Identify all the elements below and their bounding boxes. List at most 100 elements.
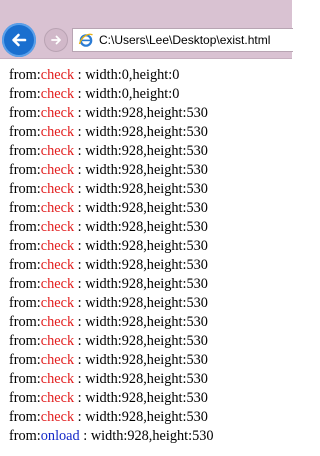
ie-page-icon <box>77 31 95 49</box>
log-prefix: from: <box>9 371 41 387</box>
log-text: width:928,height:530 <box>85 276 208 292</box>
log-separator: : <box>74 257 86 273</box>
log-line: from:check : width:928,height:530 <box>9 142 292 161</box>
log-separator: : <box>74 371 86 387</box>
log-text: width:928,height:530 <box>85 333 208 349</box>
log-source: check <box>40 105 75 121</box>
log-text: width:928,height:530 <box>85 409 208 425</box>
arrow-left-icon <box>12 33 27 47</box>
log-line: from:check : width:928,height:530 <box>9 104 292 123</box>
log-line: from:check : width:928,height:530 <box>9 408 292 427</box>
log-line: from:check : width:928,height:530 <box>9 237 292 256</box>
log-separator: : <box>74 238 86 254</box>
log-line: from:check : width:928,height:530 <box>9 275 292 294</box>
log-text: width:928,height:530 <box>85 390 208 406</box>
log-line: from:check : width:928,height:530 <box>9 161 292 180</box>
log-text: width:928,height:530 <box>85 257 208 273</box>
log-separator: : <box>79 428 91 444</box>
log-prefix: from: <box>9 67 41 83</box>
log-prefix: from: <box>9 428 41 444</box>
log-separator: : <box>74 67 86 83</box>
log-source: check <box>40 257 75 273</box>
log-text: width:0,height:0 <box>85 67 180 83</box>
log-line: from:check : width:928,height:530 <box>9 294 292 313</box>
log-separator: : <box>74 219 86 235</box>
log-line: from:check : width:928,height:530 <box>9 332 292 351</box>
log-source: check <box>40 219 75 235</box>
log-source: check <box>40 200 75 216</box>
log-line: from:check : width:928,height:530 <box>9 218 292 237</box>
log-text: width:0,height:0 <box>85 86 180 102</box>
log-separator: : <box>74 162 86 178</box>
log-prefix: from: <box>9 219 41 235</box>
log-prefix: from: <box>9 143 41 159</box>
back-button[interactable] <box>2 23 36 57</box>
page-content: from:check : width:0,height:0 from:check … <box>9 66 292 446</box>
log-prefix: from: <box>9 86 41 102</box>
log-prefix: from: <box>9 295 41 311</box>
log-source: check <box>40 333 75 349</box>
log-text: width:928,height:530 <box>85 181 208 197</box>
log-separator: : <box>74 333 86 349</box>
address-bar[interactable]: C:\Users\Lee\Desktop\exist.html <box>72 28 293 52</box>
log-prefix: from: <box>9 409 41 425</box>
log-separator: : <box>74 314 86 330</box>
log-prefix: from: <box>9 162 41 178</box>
log-text: width:928,height:530 <box>85 314 208 330</box>
log-line: from:check : width:928,height:530 <box>9 256 292 275</box>
log-prefix: from: <box>9 238 41 254</box>
log-separator: : <box>74 276 86 292</box>
log-source: check <box>40 143 75 159</box>
log-line: from:check : width:0,height:0 <box>9 85 292 104</box>
log-text: width:928,height:530 <box>85 238 208 254</box>
log-source: check <box>40 124 75 140</box>
log-prefix: from: <box>9 333 41 349</box>
log-separator: : <box>74 143 86 159</box>
log-line: from:check : width:928,height:530 <box>9 370 292 389</box>
log-separator: : <box>74 200 86 216</box>
log-source: check <box>40 409 75 425</box>
log-line: from:onload : width:928,height:530 <box>9 427 292 446</box>
log-line: from:check : width:928,height:530 <box>9 389 292 408</box>
log-source: onload <box>40 428 80 444</box>
log-prefix: from: <box>9 276 41 292</box>
log-prefix: from: <box>9 105 41 121</box>
browser-toolbar: C:\Users\Lee\Desktop\exist.html <box>0 0 293 59</box>
log-separator: : <box>74 295 86 311</box>
log-prefix: from: <box>9 257 41 273</box>
log-text: width:928,height:530 <box>85 352 208 368</box>
log-text: width:928,height:530 <box>85 143 208 159</box>
forward-button[interactable] <box>44 28 68 52</box>
log-source: check <box>40 371 75 387</box>
log-line: from:check : width:928,height:530 <box>9 199 292 218</box>
log-source: check <box>40 238 75 254</box>
log-text: width:928,height:530 <box>85 295 208 311</box>
log-source: check <box>40 390 75 406</box>
log-prefix: from: <box>9 352 41 368</box>
log-line: from:check : width:928,height:530 <box>9 123 292 142</box>
arrow-right-icon <box>51 35 61 45</box>
log-text: width:928,height:530 <box>85 371 208 387</box>
log-text: width:928,height:530 <box>90 428 214 444</box>
log-line: from:check : width:928,height:530 <box>9 351 292 370</box>
log-separator: : <box>74 409 86 425</box>
log-source: check <box>40 181 75 197</box>
log-prefix: from: <box>9 390 41 406</box>
log-text: width:928,height:530 <box>85 200 208 216</box>
log-prefix: from: <box>9 200 41 216</box>
log-text: width:928,height:530 <box>85 105 208 121</box>
log-source: check <box>40 67 75 83</box>
log-separator: : <box>74 105 86 121</box>
log-separator: : <box>74 86 86 102</box>
log-source: check <box>40 295 75 311</box>
log-line: from:check : width:0,height:0 <box>9 66 292 85</box>
log-prefix: from: <box>9 181 41 197</box>
log-line: from:check : width:928,height:530 <box>9 180 292 199</box>
log-separator: : <box>74 124 86 140</box>
log-text: width:928,height:530 <box>85 219 208 235</box>
log-separator: : <box>74 181 86 197</box>
log-prefix: from: <box>9 124 41 140</box>
log-separator: : <box>74 352 86 368</box>
address-url: C:\Users\Lee\Desktop\exist.html <box>99 33 271 47</box>
log-source: check <box>40 276 75 292</box>
